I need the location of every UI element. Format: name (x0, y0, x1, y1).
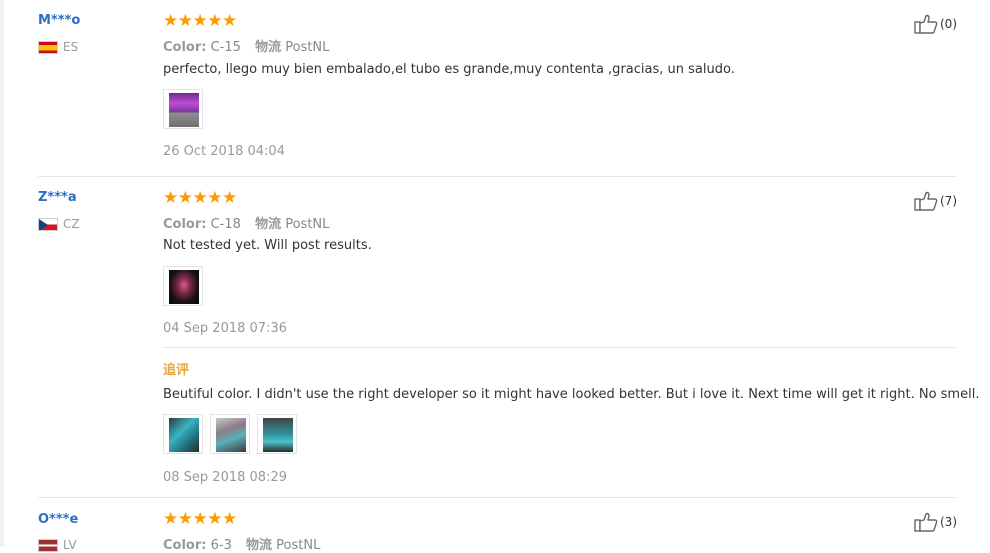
country-code: CZ (63, 217, 80, 231)
color-value: 6-3 (210, 538, 232, 553)
thumbs-up-icon (914, 14, 938, 34)
followup-text: Beutiful color. I didn't use the right d… (163, 387, 980, 402)
reviewer-country: CZ (38, 217, 80, 231)
reviewer-name[interactable]: M***o (38, 13, 80, 28)
reviewer-country: LV (38, 538, 77, 552)
shipping-value: PostNL (276, 538, 321, 553)
shipping-value: PostNL (285, 217, 330, 232)
star-rating: ★★★★★ (163, 188, 237, 208)
product-options: Color: 6-3 物流 PostNL (163, 534, 330, 553)
review-photo[interactable] (163, 266, 203, 306)
review-text: perfecto, llego muy bien embalado,el tub… (163, 62, 735, 77)
review-date: 04 Sep 2018 07:36 (163, 321, 287, 336)
shipping-label: 物流 (255, 217, 282, 232)
review-photo[interactable] (163, 89, 203, 129)
reviewer-country: ES (38, 40, 78, 54)
country-code: LV (63, 538, 77, 552)
star-rating: ★★★★★ (163, 509, 237, 529)
shipping-label: 物流 (255, 40, 282, 55)
review-divider (38, 176, 956, 177)
followup-photo[interactable] (210, 414, 250, 454)
like-count: (0) (940, 17, 957, 31)
color-value: C-15 (210, 40, 241, 55)
like-button[interactable]: (7) (914, 191, 957, 211)
product-options: Color: C-15 物流 PostNL (163, 36, 339, 55)
followup-photo[interactable] (257, 414, 297, 454)
latvia-flag-icon (38, 538, 58, 552)
followup-divider (163, 347, 956, 348)
spain-flag-icon (38, 40, 58, 54)
color-label: Color: (163, 40, 207, 55)
shipping-label: 物流 (245, 538, 272, 553)
color-label: Color: (163, 538, 207, 553)
reviewer-name[interactable]: Z***a (38, 190, 77, 205)
czech-flag-icon (38, 217, 58, 231)
thumbs-up-icon (914, 191, 938, 211)
color-label: Color: (163, 217, 207, 232)
like-button[interactable]: (3) (914, 512, 957, 532)
star-rating: ★★★★★ (163, 11, 237, 31)
color-value: C-18 (210, 217, 241, 232)
left-border (0, 0, 4, 547)
followup-photo[interactable] (163, 414, 203, 454)
shipping-value: PostNL (285, 40, 330, 55)
followup-date: 08 Sep 2018 08:29 (163, 470, 287, 485)
like-count: (3) (940, 515, 957, 529)
product-options: Color: C-18 物流 PostNL (163, 213, 339, 232)
reviewer-name[interactable]: O***e (38, 512, 78, 527)
followup-title: 追评 (163, 363, 190, 378)
review-date: 26 Oct 2018 04:04 (163, 144, 285, 159)
like-button[interactable]: (0) (914, 14, 957, 34)
review-text: Not tested yet. Will post results. (163, 238, 372, 253)
review-divider (38, 497, 956, 498)
thumbs-up-icon (914, 512, 938, 532)
like-count: (7) (940, 194, 957, 208)
country-code: ES (63, 40, 79, 54)
